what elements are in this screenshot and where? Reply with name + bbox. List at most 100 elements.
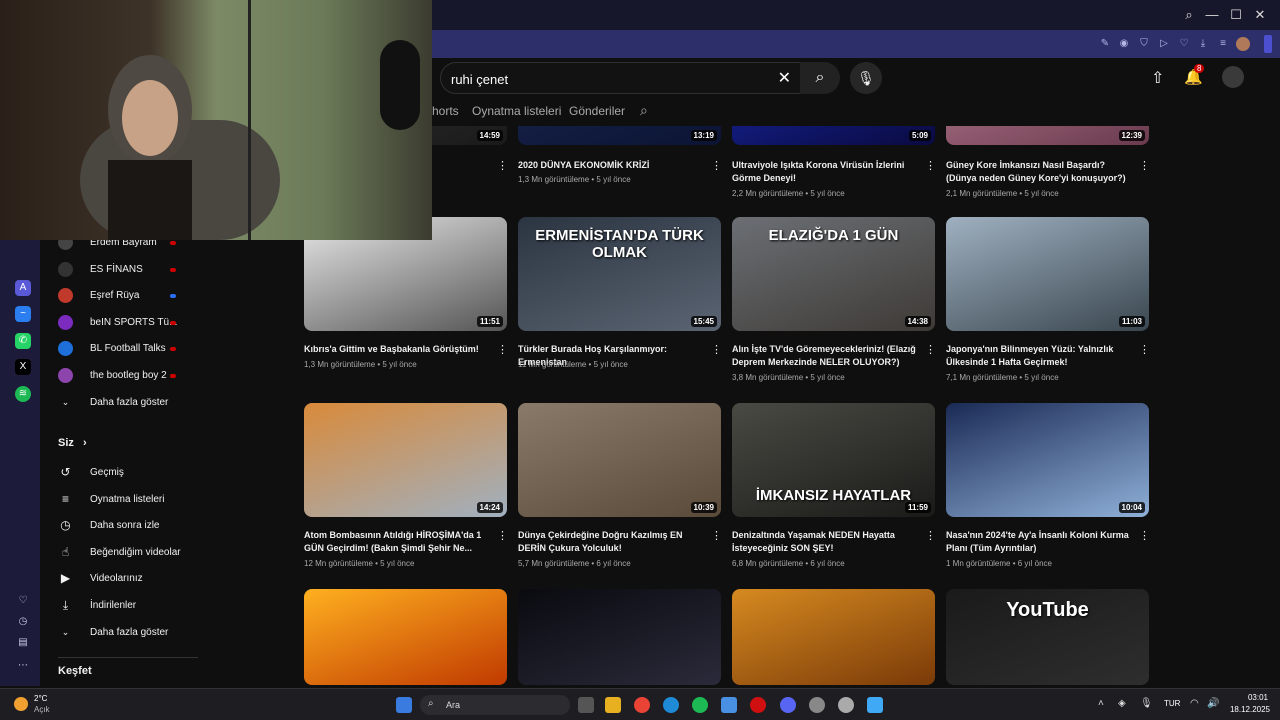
video-title[interactable]: Dünya Çekirdeğine Doğru Kazılmış EN DERİ… — [518, 529, 702, 555]
more-options-icon[interactable]: ⋮ — [1139, 343, 1150, 356]
app-icon[interactable] — [809, 697, 825, 713]
more-options-icon[interactable]: ⋮ — [925, 529, 936, 542]
profile-avatar[interactable] — [1236, 37, 1250, 51]
more-options-icon[interactable]: ⋮ — [497, 529, 508, 542]
tab-shorts[interactable]: horts — [432, 104, 459, 118]
video-thumbnail[interactable]: YouTube — [946, 589, 1149, 685]
search-box[interactable]: ✕ — [440, 62, 822, 94]
video-thumbnail[interactable]: 10:39 — [518, 403, 721, 517]
upload-icon[interactable]: ⇧ — [1151, 68, 1164, 88]
video-thumbnail[interactable] — [732, 589, 935, 685]
wifi-icon[interactable]: ◠ — [1190, 698, 1199, 709]
video-card[interactable]: YouTube — [946, 589, 1150, 685]
explore-section-header[interactable]: Keşfet — [58, 665, 208, 685]
play-icon[interactable]: ▷ — [1157, 37, 1171, 51]
video-thumbnail[interactable]: 14:24 — [304, 403, 507, 517]
chevron-up-icon[interactable]: ˄ — [1098, 698, 1104, 709]
clock-icon[interactable]: ◷ — [15, 614, 31, 630]
heart-icon[interactable]: ♡ — [1177, 37, 1191, 51]
guide-item-watch-later[interactable]: ◷ Daha sonra izle — [58, 516, 208, 536]
more-options-icon[interactable]: ⋮ — [1139, 159, 1150, 172]
video-title[interactable]: 2020 DÜNYA EKONOMİK KRİZİ — [518, 159, 702, 172]
video-card[interactable]: 5:09 Ultraviyole Işıkta Korona Virüsün İ… — [732, 17, 936, 198]
clear-search-icon[interactable]: ✕ — [778, 68, 791, 88]
video-title[interactable]: Alın İşte TV'de Göremeyecekleriniz! (Ela… — [732, 343, 916, 369]
opera-icon[interactable] — [750, 697, 766, 713]
more-options-icon[interactable]: ⋮ — [711, 529, 722, 542]
video-card[interactable]: 14:24 Atom Bombasının Atıldığı HİROŞİMA'… — [304, 403, 508, 568]
note-icon[interactable]: ▤ — [15, 635, 31, 651]
video-title[interactable]: Güney Kore İmkansızı Nasıl Başardı? (Dün… — [946, 159, 1130, 185]
more-options-icon[interactable]: ⋮ — [711, 343, 722, 356]
more-options-icon[interactable]: ⋮ — [1139, 529, 1150, 542]
video-card[interactable]: 11:03 Japonya'nın Bilinmeyen Yüzü: Yalnı… — [946, 217, 1150, 382]
video-thumbnail[interactable] — [304, 589, 507, 685]
video-card[interactable]: İMKANSIZ HAYATLAR 11:59 Denizaltında Yaşa… — [732, 403, 936, 568]
guide-item-playlists[interactable]: ≡ Oynatma listeleri — [58, 490, 208, 510]
close-icon[interactable]: ✕ — [1251, 6, 1269, 24]
video-card[interactable]: 10:39 Dünya Çekirdeğine Doğru Kazılmış E… — [518, 403, 722, 568]
video-thumbnail[interactable]: ELAZIĞ'DA 1 GÜN 14:38 — [732, 217, 935, 331]
language-indicator[interactable]: TUR — [1164, 699, 1180, 708]
x-icon[interactable]: X — [15, 359, 31, 375]
video-card[interactable]: 13:19 2020 DÜNYA EKONOMİK KRİZİ 1,3 Mn g… — [518, 17, 722, 184]
settings-icon[interactable] — [838, 697, 854, 713]
video-thumbnail[interactable]: 10:04 — [946, 403, 1149, 517]
edge-icon[interactable] — [663, 697, 679, 713]
maximize-icon[interactable]: ☐ — [1227, 6, 1245, 24]
video-thumbnail[interactable]: ERMENİSTAN'DA TÜRK OLMAK 15:45 — [518, 217, 721, 331]
show-more-button[interactable]: ⌄ Daha fazla göster — [58, 623, 208, 643]
search-input[interactable] — [451, 69, 771, 89]
account-avatar[interactable] — [1222, 66, 1244, 88]
app-icon[interactable] — [721, 697, 737, 713]
video-card[interactable] — [304, 589, 508, 685]
clock-date[interactable]: 18.12.2025 — [1226, 705, 1270, 714]
search-icon[interactable]: ⌕ — [1180, 6, 1198, 24]
video-title[interactable]: Denizaltında Yaşamak NEDEN Hayatta İstey… — [732, 529, 916, 555]
spotify-icon[interactable] — [692, 697, 708, 713]
voice-search-button[interactable]: 🎙 — [850, 62, 882, 94]
video-title[interactable]: Nasa'nın 2024'te Ay'a İnsanlı Koloni Kur… — [946, 529, 1130, 555]
more-options-icon[interactable]: ⋮ — [925, 159, 936, 172]
shield-icon[interactable]: ⛉ — [1137, 37, 1151, 51]
video-card[interactable]: 12:39 Güney Kore İmkansızı Nasıl Başardı… — [946, 17, 1150, 198]
network-icon[interactable]: ◈ — [1118, 698, 1126, 709]
video-card[interactable]: ELAZIĞ'DA 1 GÜN 14:38 Alın İşte TV'de Gör… — [732, 217, 936, 382]
video-thumbnail[interactable]: İMKANSIZ HAYATLAR 11:59 — [732, 403, 935, 517]
messenger-icon[interactable]: ~ — [15, 306, 31, 322]
file-explorer-icon[interactable] — [605, 697, 621, 713]
more-icon[interactable]: ⋯ — [15, 658, 31, 674]
more-options-icon[interactable]: ⋮ — [711, 159, 722, 172]
guide-subscription[interactable]: the bootleg boy 2 — [58, 366, 208, 386]
task-view-icon[interactable] — [578, 697, 594, 713]
show-more-button[interactable]: ⌄ Daha fazla göster — [58, 393, 208, 413]
video-card[interactable]: ERMENİSTAN'DA TÜRK OLMAK 15:45 Türkler Bu… — [518, 217, 722, 369]
edit-icon[interactable]: ✎ — [1098, 37, 1112, 51]
video-title[interactable]: Atom Bombasının Atıldığı HİROŞİMA'da 1 G… — [304, 529, 488, 555]
windows-start-icon[interactable] — [396, 697, 412, 713]
guide-item-history[interactable]: ↺ Geçmiş — [58, 463, 208, 483]
guide-subscription[interactable]: beIN SPORTS Tü... — [58, 313, 208, 333]
guide-subscription[interactable]: ES FİNANS — [58, 260, 208, 280]
heart-icon[interactable]: ♡ — [15, 593, 31, 609]
video-title[interactable]: Ultraviyole Işıkta Korona Virüsün İzleri… — [732, 159, 916, 185]
download-icon[interactable]: ⤓ — [1196, 37, 1210, 51]
more-options-icon[interactable]: ⋮ — [497, 159, 508, 172]
minimize-icon[interactable]: — — [1203, 6, 1221, 24]
app-icon[interactable]: A — [15, 280, 31, 296]
video-thumbnail[interactable]: 11:03 — [946, 217, 1149, 331]
camera-icon[interactable]: ◉ — [1117, 37, 1131, 51]
video-card[interactable] — [518, 589, 722, 685]
guide-subscription[interactable]: Eşref Rüya — [58, 286, 208, 306]
menu-icon[interactable]: ≡ — [1216, 37, 1230, 51]
whatsapp-icon[interactable]: ✆ — [15, 333, 31, 349]
spotify-icon[interactable]: ≋ — [15, 386, 31, 402]
more-options-icon[interactable]: ⋮ — [497, 343, 508, 356]
guide-item-like[interactable]: ☝ Beğendiğim videolar — [58, 543, 208, 563]
you-section-header[interactable]: Siz › — [58, 437, 208, 457]
video-title[interactable]: Kıbrıs'a Gittim ve Başbakanla Görüştüm! — [304, 343, 488, 356]
tab-playlists[interactable]: Oynatma listeleri — [472, 104, 561, 118]
tab-posts[interactable]: Gönderiler — [569, 104, 625, 118]
mic-icon[interactable]: 🎙 — [1140, 698, 1153, 709]
clock-time[interactable]: 03:01 — [1228, 693, 1268, 702]
